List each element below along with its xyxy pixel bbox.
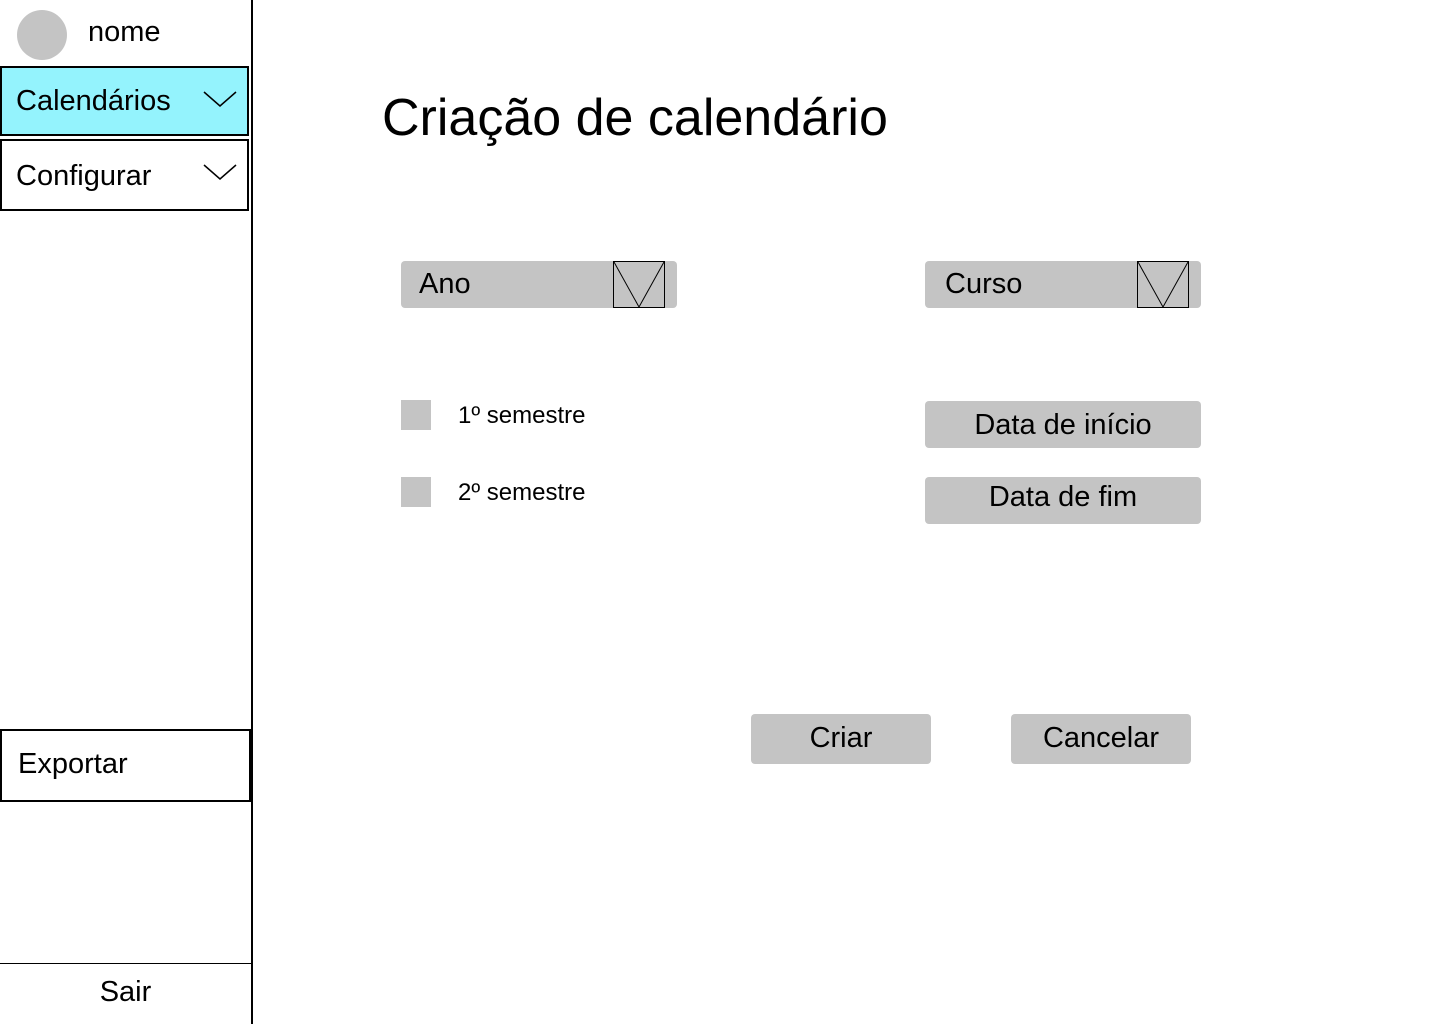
chevron-down-icon xyxy=(203,164,237,180)
year-select-label: Ano xyxy=(419,268,471,300)
semester-2-label: 2º semestre xyxy=(458,479,586,506)
user-profile[interactable]: nome xyxy=(0,0,251,66)
logout-button[interactable]: Sair xyxy=(0,963,251,1025)
sidebar-item-calendarios[interactable]: Calendários xyxy=(0,66,249,136)
start-date-button[interactable]: Data de início xyxy=(925,401,1201,448)
create-label: Criar xyxy=(809,722,873,754)
end-date-button[interactable]: Data de fim xyxy=(925,477,1201,524)
cancel-button[interactable]: Cancelar xyxy=(1011,714,1191,764)
cancel-label: Cancelar xyxy=(1042,722,1160,754)
create-button[interactable]: Criar xyxy=(751,714,931,764)
start-date-label: Data de início xyxy=(974,409,1152,441)
sidebar-item-configurar[interactable]: Configurar xyxy=(0,139,249,211)
sidebar-item-label: Calendários xyxy=(16,85,171,117)
page-title: Criação de calendário xyxy=(382,89,888,147)
end-date-label: Data de fim xyxy=(988,481,1138,513)
sidebar-item-label: Configurar xyxy=(16,160,152,192)
user-name: nome xyxy=(88,16,161,48)
course-select-label: Curso xyxy=(945,268,1023,300)
year-select[interactable]: Ano xyxy=(401,261,677,308)
semester-2-checkbox[interactable] xyxy=(401,477,431,507)
export-button[interactable]: Exportar xyxy=(0,729,251,802)
logout-label: Sair xyxy=(99,976,152,1008)
avatar xyxy=(17,10,67,60)
export-label: Exportar xyxy=(18,748,128,780)
dropdown-arrow-icon xyxy=(1137,261,1189,308)
sidebar: nome Calendários Configurar Exportar Sai… xyxy=(0,0,253,1024)
semester-1-checkbox[interactable] xyxy=(401,400,431,430)
course-select[interactable]: Curso xyxy=(925,261,1201,308)
semester-1-label: 1º semestre xyxy=(458,402,586,429)
chevron-down-icon xyxy=(203,91,237,107)
dropdown-arrow-icon xyxy=(613,261,665,308)
